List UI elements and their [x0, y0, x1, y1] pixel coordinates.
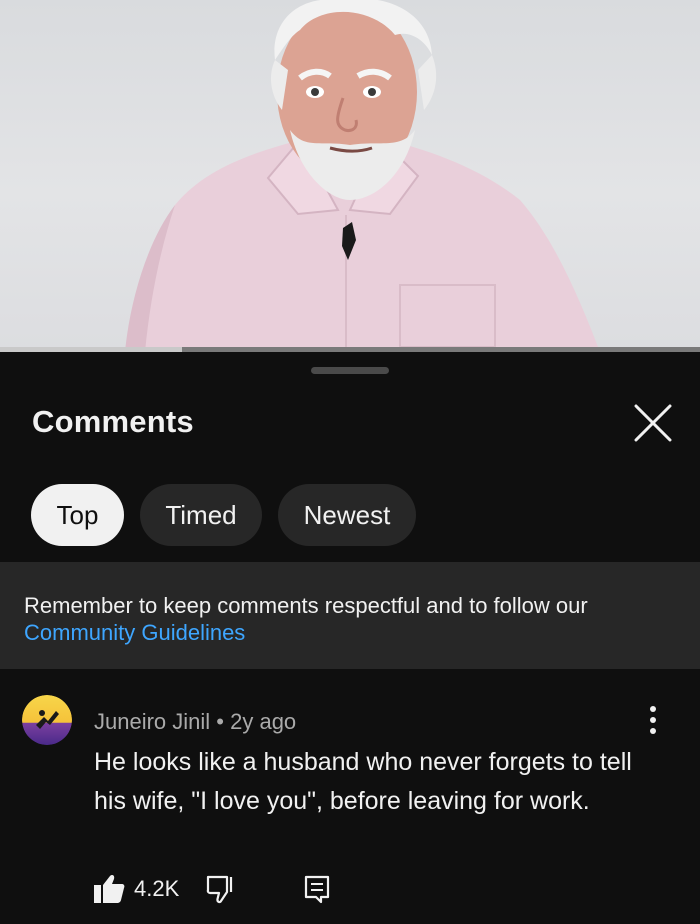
comment-item: Juneiro Jinil • 2y ago He looks like a h…	[0, 669, 700, 924]
chip-newest[interactable]: Newest	[278, 484, 416, 546]
comment-time: 2y ago	[230, 709, 297, 734]
avatar[interactable]	[22, 695, 72, 745]
comment-actions: 4.2K	[92, 872, 331, 906]
comments-sheet: Comments Top Timed Newest Remember to ke…	[0, 352, 700, 924]
community-notice: Remember to keep comments respectful and…	[0, 562, 700, 669]
comment-author[interactable]: Juneiro Jinil	[94, 709, 210, 734]
close-icon[interactable]	[632, 402, 674, 444]
video-frame-image	[125, 0, 600, 352]
comment-meta: Juneiro Jinil • 2y ago	[94, 709, 296, 735]
video-player[interactable]	[0, 0, 700, 352]
thumbs-down-icon[interactable]	[205, 873, 237, 905]
chip-timed[interactable]: Timed	[140, 484, 262, 546]
community-guidelines-link[interactable]: Community Guidelines	[24, 620, 245, 645]
meta-separator: •	[210, 709, 231, 734]
chip-top[interactable]: Top	[31, 484, 124, 546]
reply-icon[interactable]	[303, 874, 331, 904]
notice-text-block: Remember to keep comments respectful and…	[24, 592, 684, 646]
comment-sort-chips: Top Timed Newest	[31, 484, 416, 546]
thumbs-up-icon[interactable]	[92, 873, 126, 905]
comments-title: Comments	[32, 404, 194, 439]
like-count: 4.2K	[134, 876, 180, 901]
more-vertical-icon[interactable]	[640, 703, 666, 737]
notice-text: Remember to keep comments respectful and…	[24, 593, 588, 618]
comment-text: He looks like a husband who never forget…	[94, 748, 632, 815]
drag-handle[interactable]	[311, 367, 389, 374]
